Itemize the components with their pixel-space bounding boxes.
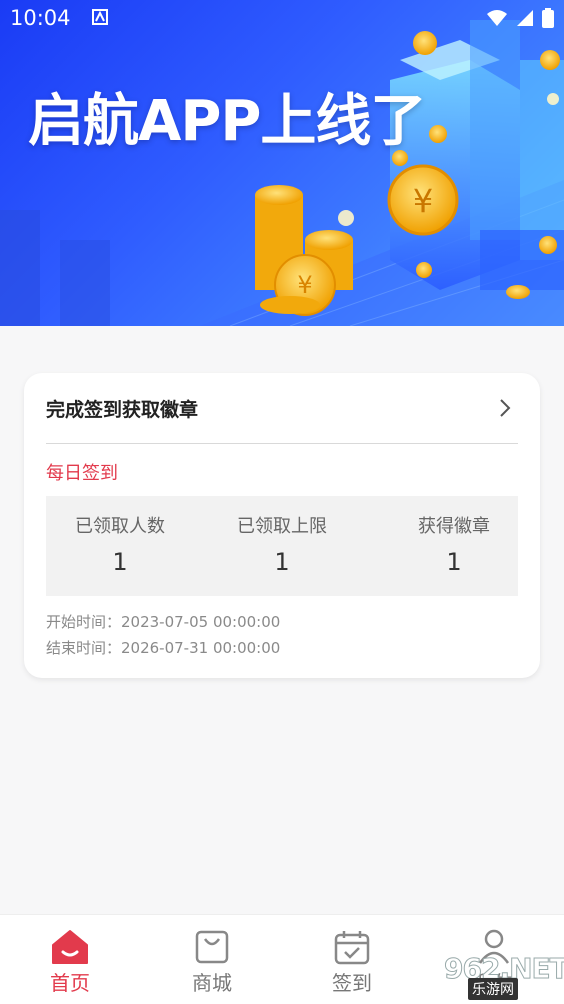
tab-checkin[interactable]: 签到 — [302, 915, 402, 1004]
stat-value: 1 — [112, 548, 128, 576]
stats-panel: 已领取人数 1 已领取上限 1 获得徽章 1 — [46, 496, 518, 596]
watermark-sub: 乐游网 — [468, 978, 518, 1000]
banner-illustration: ¥ ¥ — [0, 20, 564, 326]
badge-task-card: 完成签到获取徽章 每日签到 已领取人数 1 已领取上限 1 获得徽章 1 开始时… — [24, 373, 540, 678]
calendar-check-icon — [334, 931, 370, 965]
stat-label: 获得徽章 — [418, 516, 490, 537]
end-time: 结束时间：2026-07-31 00:00:00 — [46, 639, 281, 657]
tab-label: 签到 — [332, 971, 372, 995]
watermark-logo: 962.NET 乐游网 — [424, 950, 564, 1000]
battery-icon — [542, 8, 554, 28]
svg-text:¥: ¥ — [297, 271, 312, 299]
tab-label: 首页 — [50, 971, 90, 995]
chevron-right-icon[interactable] — [498, 397, 512, 419]
banner-title: 启航APP上线了 — [28, 89, 426, 154]
stat-claimed-count: 已领取人数 1 — [46, 496, 194, 596]
status-bar: 10:04 — [0, 0, 564, 36]
stat-value: 1 — [274, 548, 290, 576]
divider — [46, 443, 518, 444]
stat-claim-limit: 已领取上限 1 — [206, 496, 358, 596]
card-header[interactable]: 完成签到获取徽章 — [46, 393, 518, 443]
start-time: 开始时间：2023-07-05 00:00:00 — [46, 613, 281, 631]
status-indicators — [486, 8, 554, 28]
svg-text:¥: ¥ — [413, 182, 433, 220]
tab-mall[interactable]: 商城 — [162, 915, 262, 1004]
tab-label: 商城 — [192, 971, 232, 995]
notification-icon — [92, 9, 108, 25]
stat-badges-earned: 获得徽章 1 — [380, 496, 528, 596]
home-icon — [52, 930, 88, 964]
status-time: 10:04 — [10, 6, 71, 30]
stat-label: 已领取人数 — [75, 516, 165, 537]
signal-icon — [517, 10, 533, 26]
banner[interactable]: ¥ ¥ 启航APP上线了 — [0, 0, 564, 326]
stat-value: 1 — [446, 548, 462, 576]
card-title: 完成签到获取徽章 — [46, 399, 199, 421]
wifi-icon — [487, 10, 507, 26]
stat-label: 已领取上限 — [237, 516, 327, 537]
shopping-bag-icon — [195, 930, 229, 964]
daily-checkin-label: 每日签到 — [46, 463, 118, 484]
tab-home[interactable]: 首页 — [20, 915, 120, 1004]
